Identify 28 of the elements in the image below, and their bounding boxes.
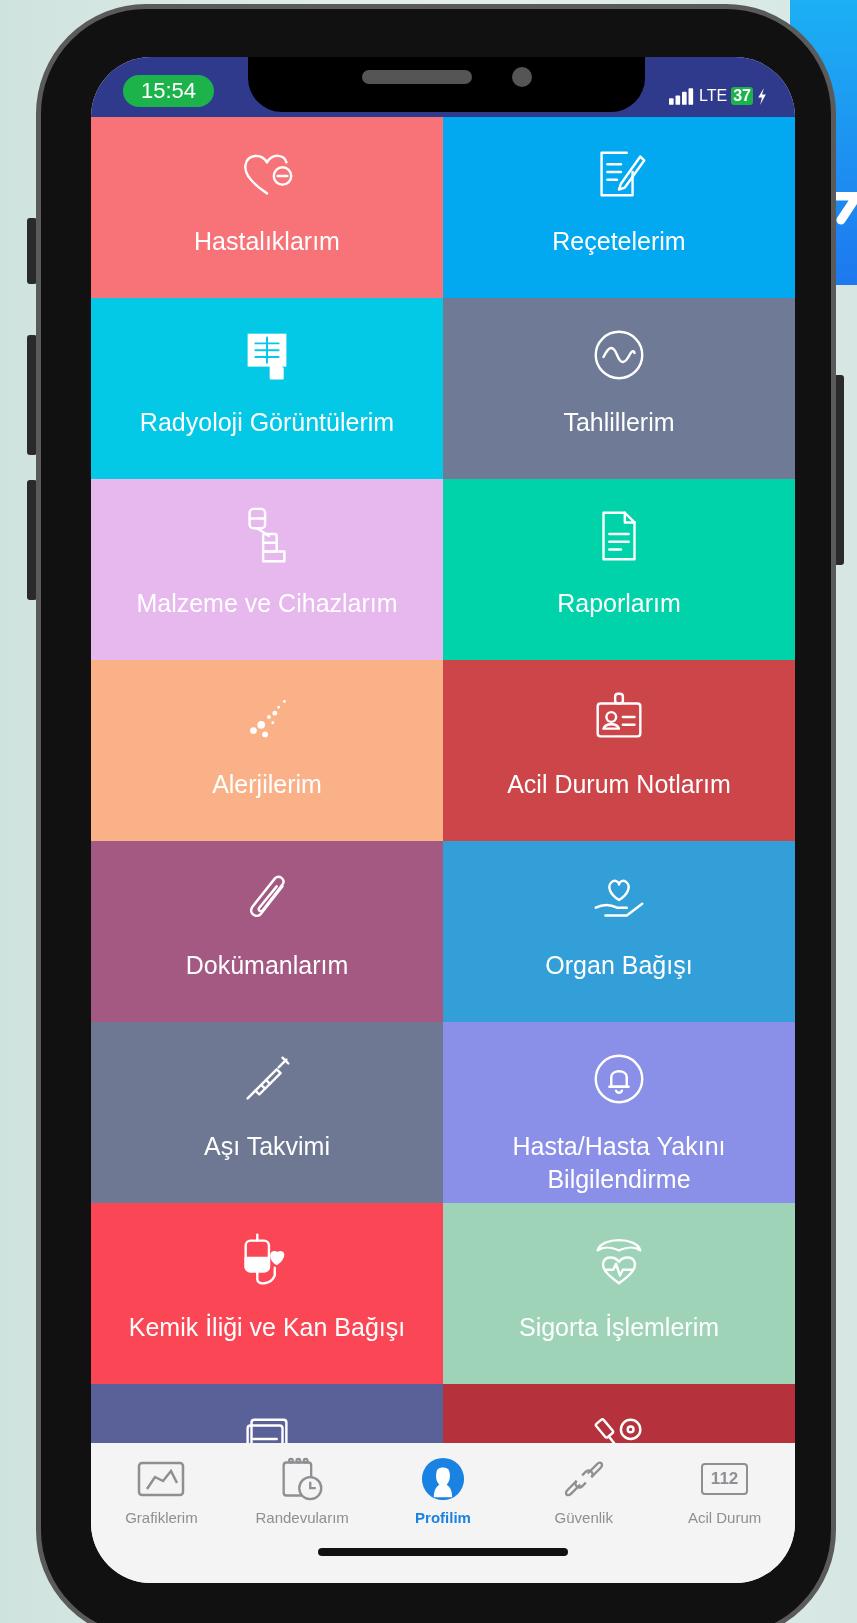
tab[interactable]: Güvenlik bbox=[518, 1455, 649, 1526]
person-icon bbox=[419, 1457, 467, 1501]
camera-icon bbox=[511, 66, 532, 87]
menu-tile[interactable]: Hasta/Hasta Yakını Bilgilendirme bbox=[443, 1022, 795, 1203]
network-label: LTE bbox=[699, 87, 728, 105]
charging-bolt-icon bbox=[757, 87, 767, 105]
menu-tile[interactable]: Kemik İliği ve Kan Bağışı bbox=[91, 1203, 443, 1384]
battery-level: 37 bbox=[731, 87, 753, 105]
tab[interactable]: 112 Acil Durum bbox=[659, 1455, 790, 1526]
signal-icon bbox=[669, 87, 696, 105]
emergency-number-icon: 112 bbox=[700, 1463, 749, 1495]
menu-tile[interactable]: Sigorta İşlemlerim bbox=[443, 1203, 795, 1384]
menu-tile[interactable]: Alerjilerim bbox=[91, 660, 443, 841]
menu-tile[interactable]: Raporlarım bbox=[443, 479, 795, 660]
menu-tile[interactable]: Tahlillerim bbox=[443, 298, 795, 479]
menu-tile[interactable]: Organ Bağışı bbox=[443, 841, 795, 1022]
menu-tile[interactable]: Malzeme ve Cihazlarım bbox=[91, 479, 443, 660]
speaker-icon bbox=[361, 69, 472, 84]
menu-tile[interactable]: Dokümanlarım bbox=[91, 841, 443, 1022]
tab[interactable]: Grafiklerim bbox=[96, 1455, 227, 1526]
tab[interactable]: Profilim bbox=[378, 1455, 508, 1526]
status-time: 15:54 bbox=[123, 75, 215, 107]
menu-tile[interactable]: Reçetelerim bbox=[443, 117, 795, 298]
menu-tile[interactable]: Aşı Takvimi bbox=[91, 1022, 443, 1203]
menu-tile[interactable]: Radyoloji Görüntülerim bbox=[91, 298, 443, 479]
menu-tile[interactable]: Hastalıklarım bbox=[91, 117, 443, 298]
menu-tile[interactable]: Acil Durum Notlarım bbox=[443, 660, 795, 841]
tab[interactable]: Randevularım bbox=[237, 1455, 368, 1526]
